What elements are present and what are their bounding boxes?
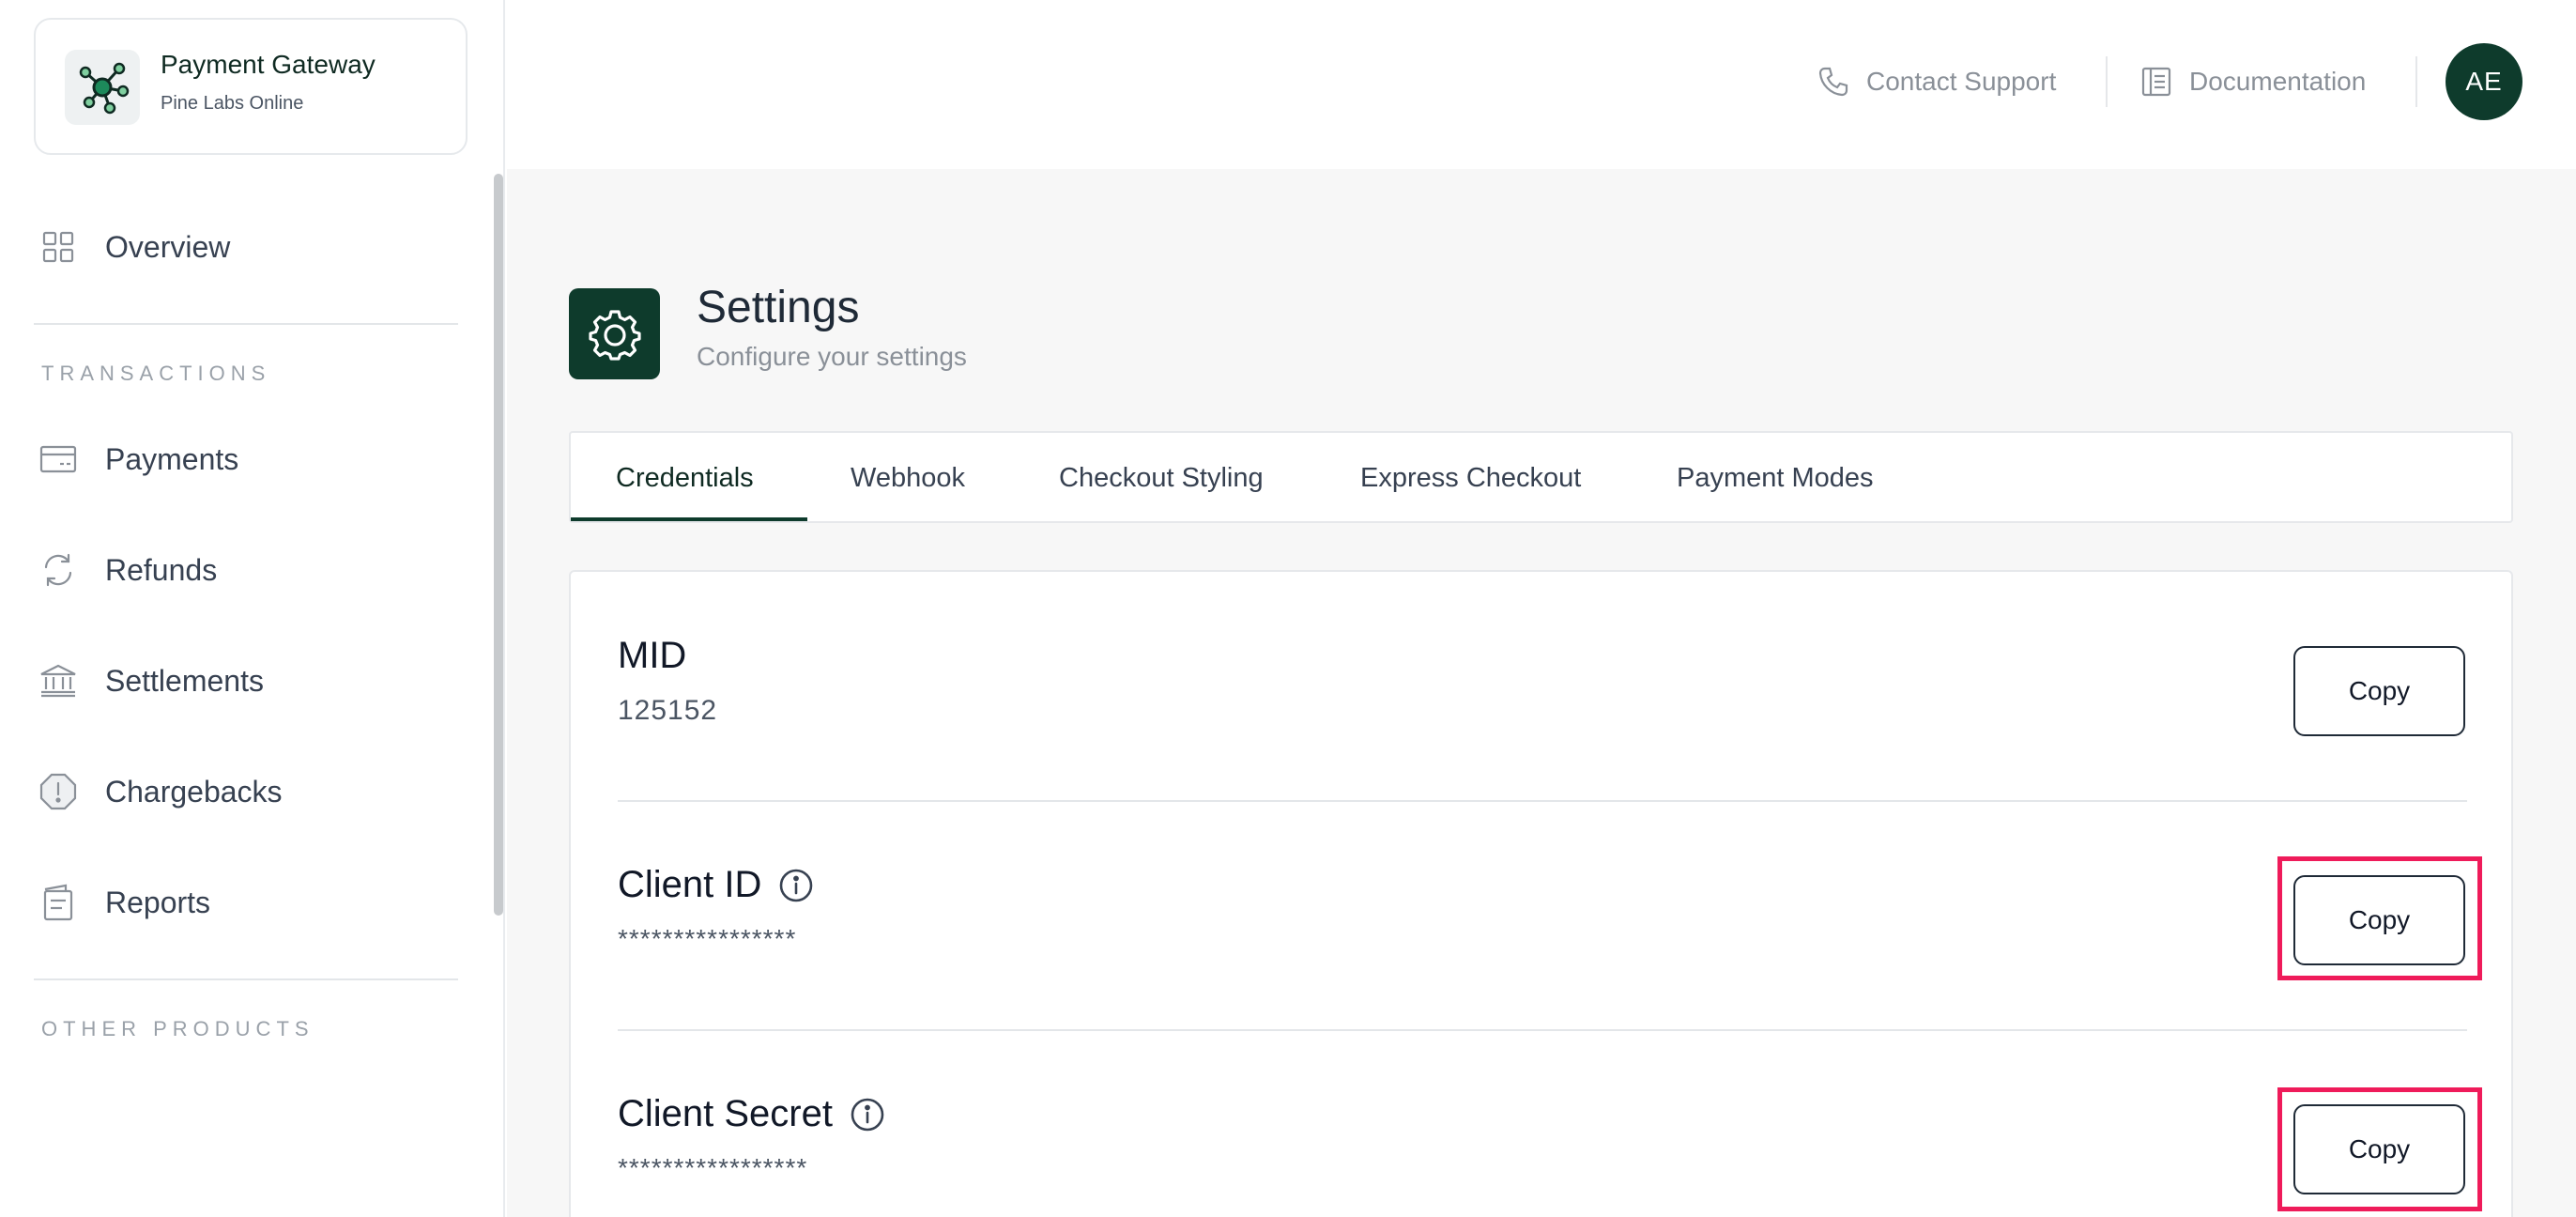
page-title: Settings: [697, 283, 860, 332]
bank-icon: [38, 660, 79, 701]
settings-tabs: Credentials Webhook Checkout Styling Exp…: [569, 431, 2513, 523]
network-logo-icon: [65, 50, 140, 125]
sidebar-divider: [34, 323, 458, 325]
active-tab-indicator: [571, 517, 807, 521]
sidebar-divider: [34, 978, 458, 980]
section-label-transactions: TRANSACTIONS: [41, 362, 271, 385]
grid-icon: [38, 226, 79, 268]
info-icon[interactable]: [850, 1097, 885, 1132]
brand-title: Payment Gateway: [161, 50, 376, 79]
client-secret-value: *****************: [618, 1153, 808, 1182]
section-label-other-products: OTHER PRODUCTS: [41, 1017, 314, 1040]
contact-support-link[interactable]: Contact Support: [1817, 58, 2056, 105]
alert-octagon-icon: [38, 771, 79, 812]
page-subtitle: Configure your settings: [697, 342, 967, 371]
brand-card[interactable]: Payment Gateway Pine Labs Online: [34, 18, 468, 155]
mid-value: 125152: [618, 695, 718, 726]
documentation-label: Documentation: [2189, 67, 2367, 96]
sidebar-item-payments[interactable]: Payments: [38, 425, 469, 493]
document-icon: [2141, 67, 2171, 97]
top-bar-separator: [2106, 56, 2108, 107]
sidebar-item-refunds[interactable]: Refunds: [38, 536, 469, 604]
contact-support-label: Contact Support: [1866, 67, 2057, 96]
sidebar-item-label: Settlements: [105, 663, 264, 698]
sidebar-scrollbar[interactable]: [494, 174, 503, 916]
settings-gear-icon: [569, 288, 660, 379]
client-secret-label: Client Secret: [618, 1093, 885, 1135]
info-icon[interactable]: [778, 868, 814, 903]
documentation-link[interactable]: Documentation: [2140, 58, 2366, 105]
client-id-label-text: Client ID: [618, 864, 762, 905]
row-divider: [618, 800, 2467, 802]
report-icon: [38, 882, 79, 923]
sidebar-item-settlements[interactable]: Settlements: [38, 647, 469, 715]
sidebar-item-label: Chargebacks: [105, 774, 283, 809]
client-secret-label-text: Client Secret: [618, 1093, 833, 1134]
mid-label: MID: [618, 635, 686, 677]
copy-client-id-button[interactable]: Copy: [2293, 875, 2465, 965]
sidebar: Payment Gateway Pine Labs Online Overvie…: [0, 0, 505, 1217]
sidebar-item-chargebacks[interactable]: Chargebacks: [38, 758, 469, 825]
copy-client-secret-button[interactable]: Copy: [2293, 1104, 2465, 1194]
tab-payment-modes[interactable]: Payment Modes: [1677, 433, 1874, 523]
tab-credentials[interactable]: Credentials: [616, 433, 754, 523]
card-icon: [38, 439, 79, 480]
sidebar-item-label: Overview: [105, 229, 231, 264]
avatar[interactable]: AE: [2446, 43, 2522, 120]
copy-mid-button[interactable]: Copy: [2293, 646, 2465, 736]
tab-express-checkout[interactable]: Express Checkout: [1360, 433, 1581, 523]
row-divider: [618, 1029, 2467, 1031]
tab-checkout-styling[interactable]: Checkout Styling: [1059, 433, 1264, 523]
tab-webhook[interactable]: Webhook: [851, 433, 965, 523]
phone-icon: [1818, 67, 1848, 97]
client-id-label: Client ID: [618, 864, 814, 906]
mid-label-text: MID: [618, 635, 687, 676]
client-id-value: ****************: [618, 924, 797, 953]
sidebar-item-label: Reports: [105, 885, 211, 919]
refresh-icon: [38, 549, 79, 591]
sidebar-item-label: Refunds: [105, 552, 218, 587]
top-bar-separator: [2415, 56, 2417, 107]
sidebar-item-label: Payments: [105, 441, 239, 476]
sidebar-item-reports[interactable]: Reports: [38, 869, 469, 936]
sidebar-item-overview[interactable]: Overview: [38, 213, 469, 281]
brand-subtitle: Pine Labs Online: [161, 93, 304, 114]
